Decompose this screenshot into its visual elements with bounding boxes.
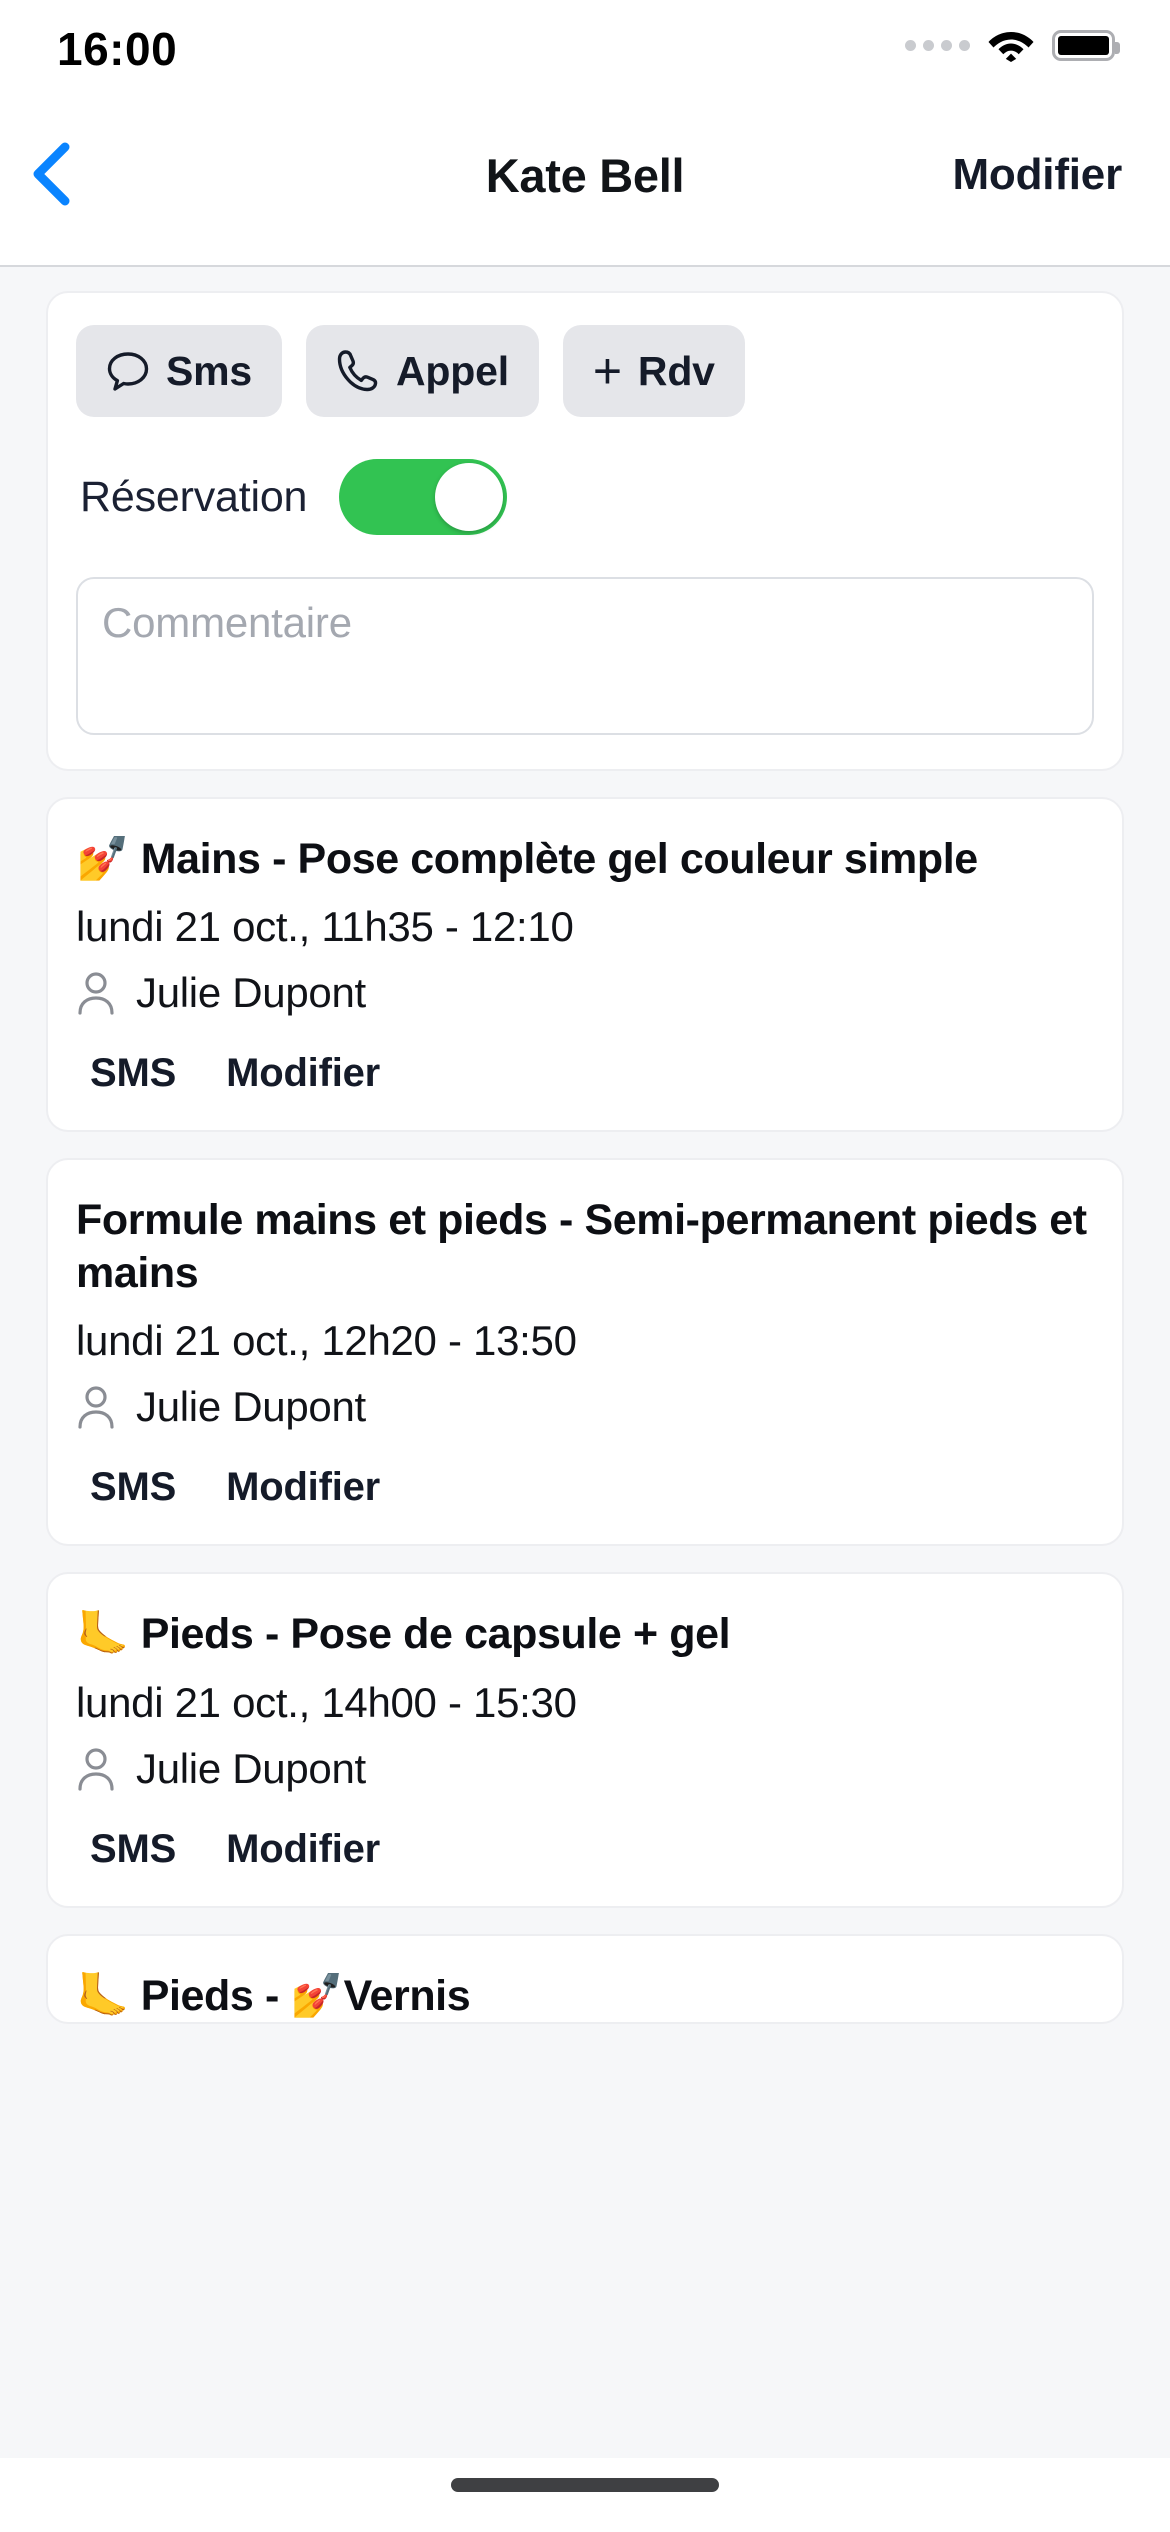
edit-button[interactable]: Modifier [952,150,1122,200]
person-icon [76,1385,116,1429]
add-appointment-label: Rdv [637,347,715,394]
appointment-datetime: lundi 21 oct., 14h00 - 15:30 [76,1678,577,1726]
appointment-datetime: lundi 21 oct., 12h20 - 13:50 [76,1317,577,1365]
appointment-edit-link[interactable]: Modifier [226,1051,380,1096]
plus-icon: + [592,343,622,399]
appointment-title: 🦶 Pieds - Pose de capsule + gel [76,1608,1094,1660]
appointment-title-text: Pieds - 💅Vernis [140,1971,471,2020]
appointment-card[interactable]: Formule mains et pieds - Semi-permanent … [46,1158,1124,1547]
appointment-sms-link[interactable]: SMS [90,1827,176,1872]
appointment-staff: Julie Dupont [76,1745,1094,1793]
appointment-title: Formule mains et pieds - Semi-permanent … [76,1194,1094,1299]
appointment-staff: Julie Dupont [76,1383,1094,1431]
message-bubble-icon [106,349,150,393]
appointment-staff-name: Julie Dupont [136,969,366,1017]
call-button-label: Appel [396,347,509,394]
appointment-edit-link[interactable]: Modifier [226,1465,380,1510]
status-bar: 16:00 [0,0,1170,95]
navigation-bar: Kate Bell Modifier [0,95,1170,267]
appointment-title-text: Formule mains et pieds - Semi-permanent … [76,1196,1087,1297]
appointment-card[interactable]: 🦶 Pieds - 💅Vernis [46,1933,1124,2025]
person-icon [76,1747,116,1791]
appointment-actions: SMS Modifier [76,1051,1094,1096]
phone-screen: 16:00 Kate Bell Modifier Sms Appel + Rdv… [0,0,1170,2532]
content-scroll-area[interactable]: Sms Appel + Rdv Réservation Commentaire … [0,267,1170,2532]
appointment-title: 💅 Mains - Pose complète gel couleur simp… [76,833,1094,885]
appointment-sms-link[interactable]: SMS [90,1465,176,1510]
battery-full-icon [1052,29,1120,61]
appointment-actions: SMS Modifier [76,1465,1094,1510]
reservation-row: Réservation [76,459,1094,535]
appointment-actions: SMS Modifier [76,1827,1094,1872]
reservation-label: Réservation [80,472,308,521]
appointment-title-text: Pieds - Pose de capsule + gel [140,1610,731,1659]
person-icon [76,971,116,1016]
wifi-icon [987,28,1035,62]
foot-icon: 🦶 [76,1970,130,2021]
appointment-card[interactable]: 🦶 Pieds - Pose de capsule + gel lundi 21… [46,1572,1124,1908]
phone-icon [336,348,380,394]
appointment-staff-name: Julie Dupont [136,1383,366,1431]
home-indicator[interactable] [451,2478,719,2492]
sms-button-label: Sms [166,347,253,394]
status-time: 16:00 [57,23,178,75]
contact-actions-card: Sms Appel + Rdv Réservation Commentaire [46,291,1124,771]
nail-polish-icon: 💅 [76,834,130,884]
appointment-datetime: lundi 21 oct., 11h35 - 12:10 [76,903,574,951]
home-indicator-area [0,2458,1170,2532]
cellular-dots-icon [905,39,970,51]
foot-icon: 🦶 [76,1609,130,1660]
reservation-toggle[interactable] [339,459,508,535]
call-button[interactable]: Appel [306,325,539,417]
quick-actions-row: Sms Appel + Rdv [76,325,1094,417]
comment-input[interactable]: Commentaire [76,577,1094,735]
appointment-staff-name: Julie Dupont [136,1744,366,1792]
add-appointment-button[interactable]: + Rdv [562,325,745,417]
sms-button[interactable]: Sms [76,325,283,417]
status-indicators [905,28,1120,62]
appointment-edit-link[interactable]: Modifier [226,1827,380,1872]
comment-placeholder: Commentaire [102,599,352,646]
appointment-card[interactable]: 💅 Mains - Pose complète gel couleur simp… [46,797,1124,1133]
appointment-staff: Julie Dupont [76,969,1094,1017]
appointment-title: 🦶 Pieds - 💅Vernis [76,1970,1094,2022]
appointment-title-text: Mains - Pose complète gel couleur simple [140,835,978,883]
appointment-sms-link[interactable]: SMS [90,1051,176,1096]
